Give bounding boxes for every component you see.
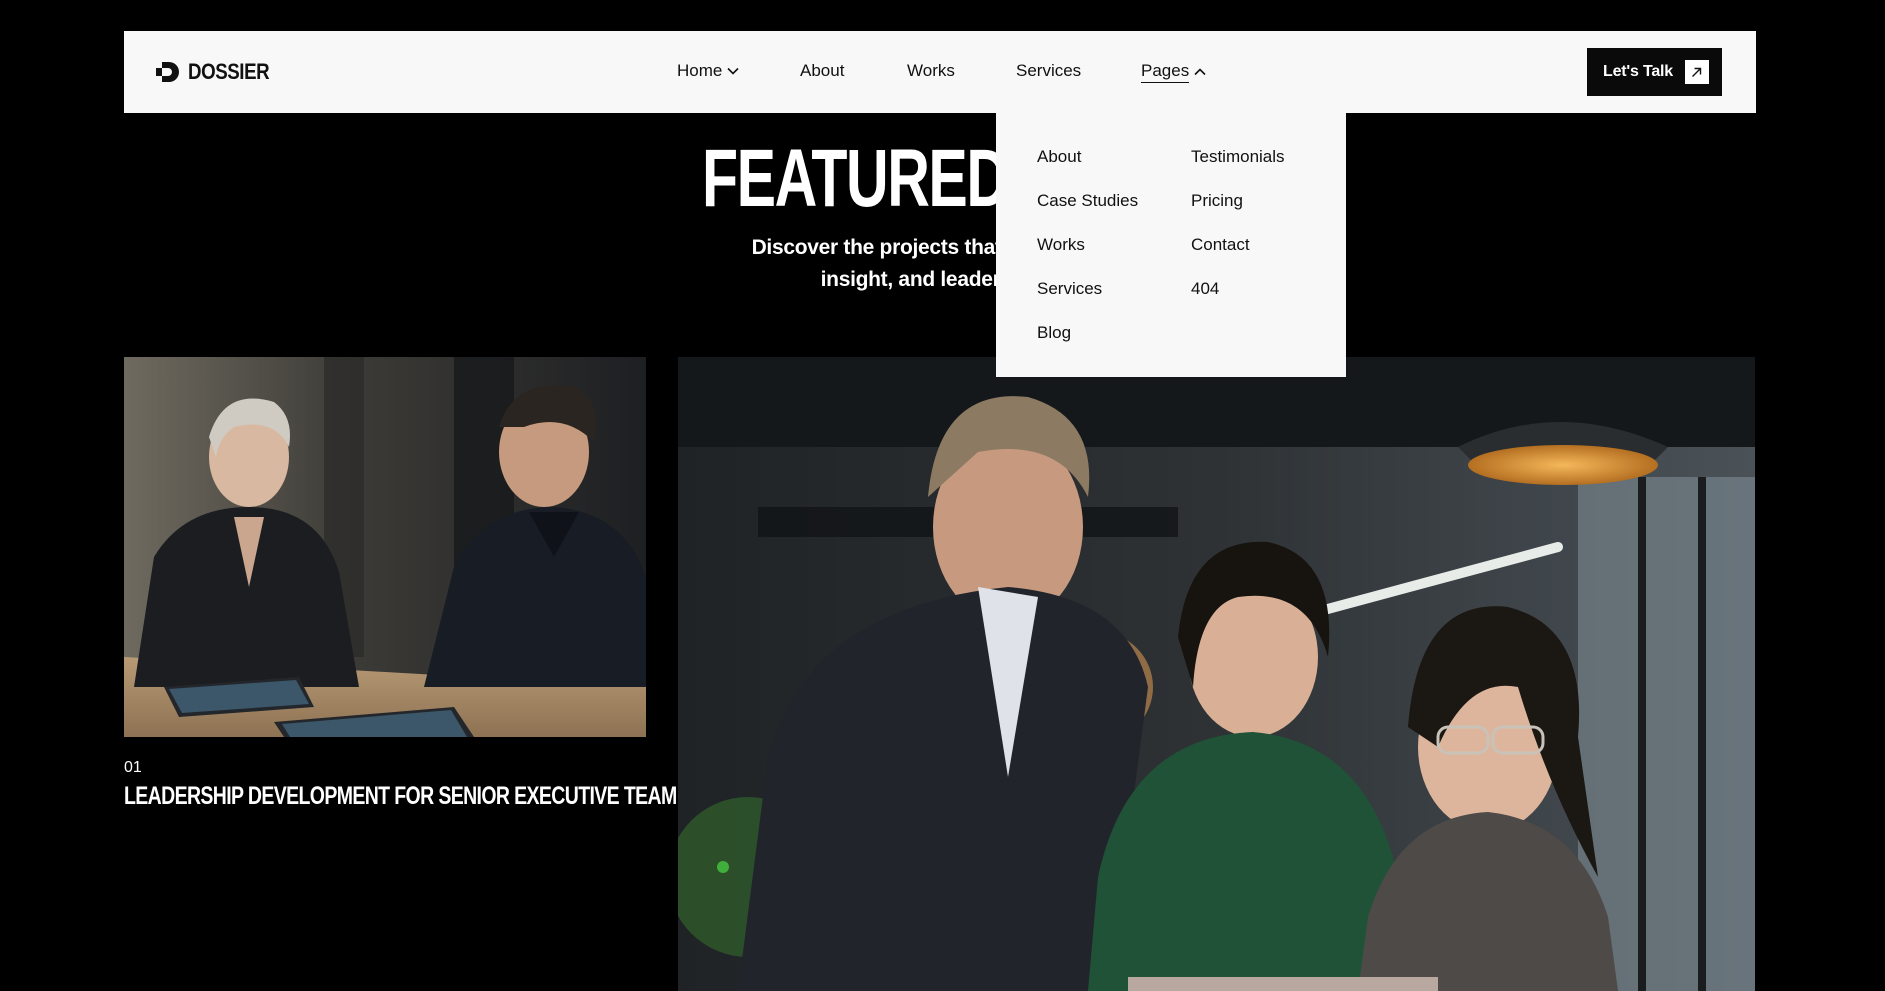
chevron-up-icon bbox=[1194, 68, 1206, 76]
brand-logo[interactable]: DOSSIER bbox=[156, 59, 284, 85]
nav-pages[interactable]: Pages bbox=[1141, 61, 1206, 84]
nav-about[interactable]: About bbox=[800, 61, 844, 81]
nav-home[interactable]: Home bbox=[677, 61, 739, 81]
nav-home-label: Home bbox=[677, 61, 723, 80]
dropdown-item-blog[interactable]: Blog bbox=[1037, 323, 1071, 343]
chevron-down-icon bbox=[727, 68, 739, 75]
top-navigation-bar: DOSSIER Home About Works Services Pages … bbox=[124, 31, 1756, 113]
nav-works[interactable]: Works bbox=[907, 61, 955, 81]
lets-talk-label: Let's Talk bbox=[1603, 63, 1673, 80]
dropdown-item-about[interactable]: About bbox=[1037, 147, 1081, 167]
dropdown-item-testimonials[interactable]: Testimonials bbox=[1191, 147, 1285, 167]
arrow-up-right-icon bbox=[1684, 60, 1709, 84]
dropdown-item-404[interactable]: 404 bbox=[1191, 279, 1219, 299]
nav-services[interactable]: Services bbox=[1016, 61, 1081, 81]
nav-works-label: Works bbox=[907, 61, 955, 80]
dossier-logo-icon bbox=[156, 62, 179, 82]
work-card-image[interactable] bbox=[124, 357, 646, 737]
brand-name: DOSSIER bbox=[188, 59, 270, 84]
nav-about-label: About bbox=[800, 61, 845, 80]
nav-services-label: Services bbox=[1016, 61, 1082, 80]
office-team-photo bbox=[678, 357, 1755, 991]
executives-photo bbox=[124, 357, 646, 737]
lets-talk-button[interactable]: Let's Talk bbox=[1587, 48, 1722, 96]
dropdown-item-works[interactable]: Works bbox=[1037, 235, 1085, 255]
dropdown-item-pricing[interactable]: Pricing bbox=[1191, 191, 1243, 211]
nav-pages-label: Pages bbox=[1141, 61, 1190, 84]
work-card-image-large[interactable] bbox=[678, 357, 1755, 991]
dropdown-item-contact[interactable]: Contact bbox=[1191, 235, 1250, 255]
dropdown-item-services[interactable]: Services bbox=[1037, 279, 1102, 299]
dropdown-item-case-studies[interactable]: Case Studies bbox=[1037, 191, 1138, 211]
work-number: 01 bbox=[124, 759, 142, 776]
work-title[interactable]: LEADERSHIP DEVELOPMENT FOR SENIOR EXECUT… bbox=[124, 784, 677, 809]
pages-dropdown-menu: About Case Studies Works Services Blog T… bbox=[996, 113, 1346, 377]
